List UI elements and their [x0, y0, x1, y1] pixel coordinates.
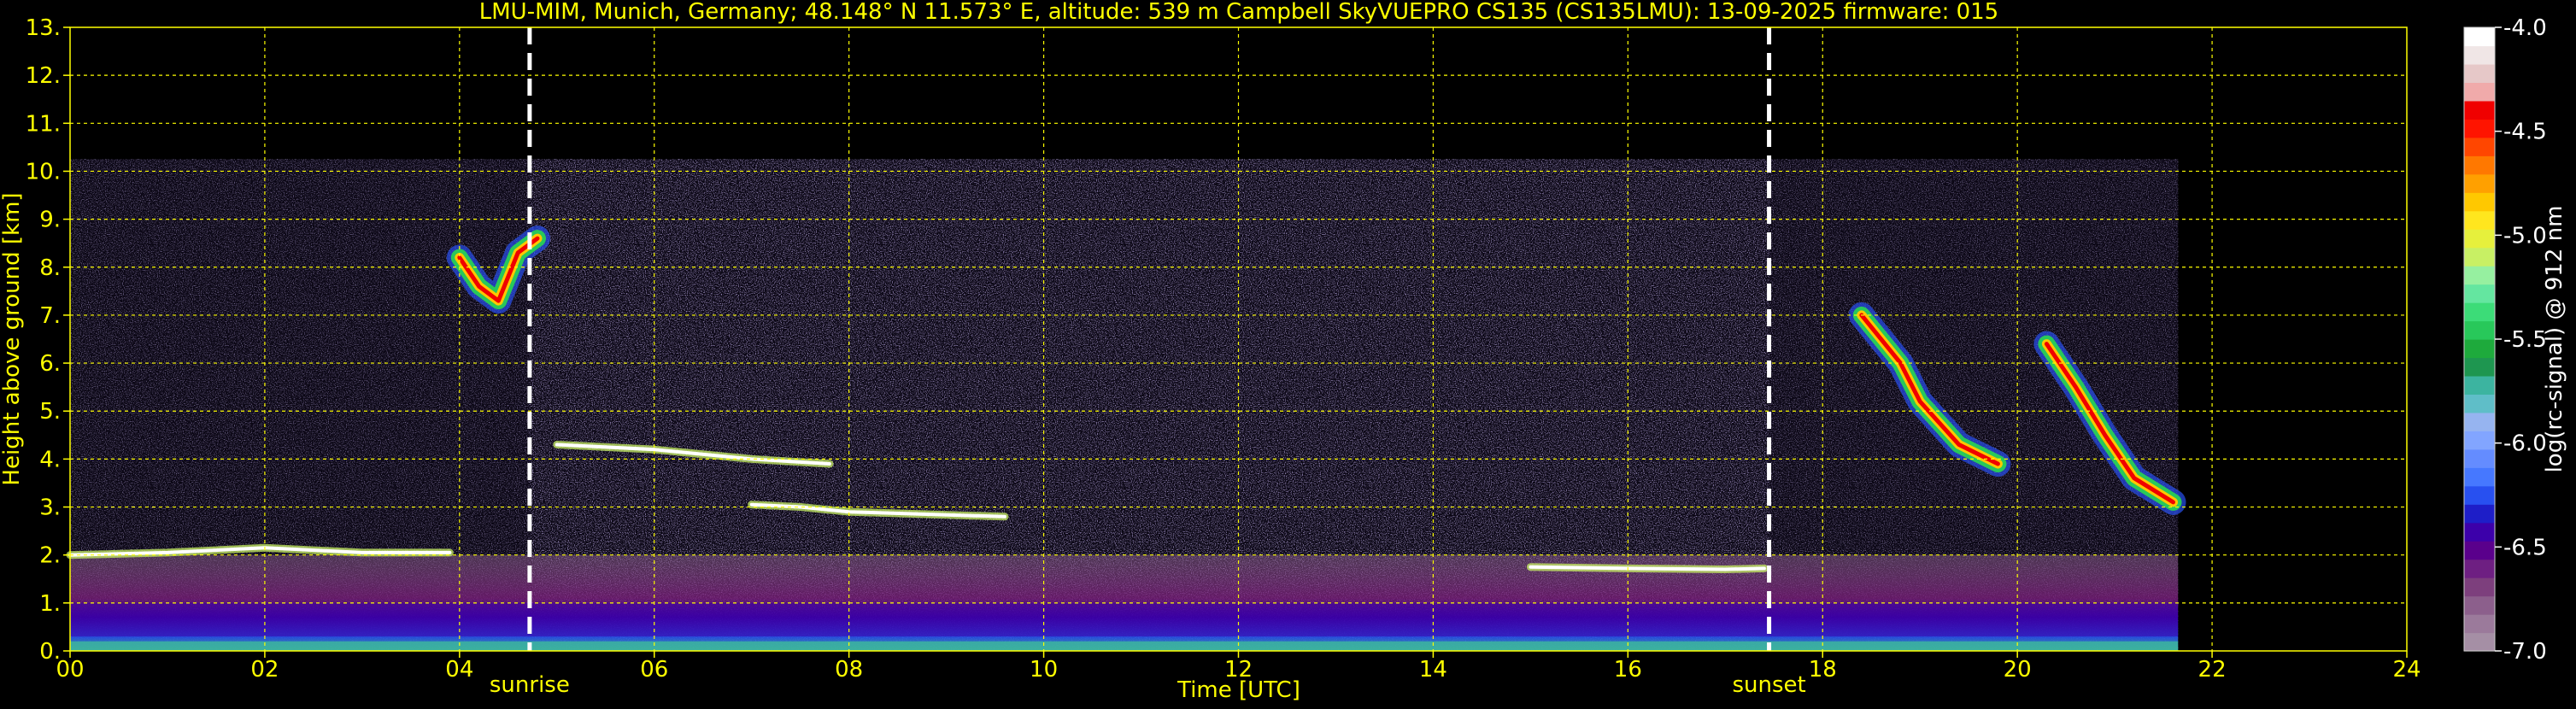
x-tick-label: 20 — [2004, 657, 2032, 683]
colorbar-swatch — [2464, 632, 2495, 652]
y-tick-label: 2. — [39, 543, 61, 569]
colorbar-swatch — [2464, 119, 2495, 138]
colorbar-swatch — [2464, 45, 2495, 65]
colorbar-swatch — [2464, 431, 2495, 450]
colorbar-swatch — [2464, 577, 2495, 597]
colorbar-swatch — [2464, 448, 2495, 468]
colorbar-label: log(rc-signal) @ 912 nm — [2542, 206, 2567, 473]
colorbar-swatch — [2464, 210, 2495, 230]
colorbar-swatch — [2464, 375, 2495, 396]
colorbar-swatch — [2464, 614, 2495, 634]
x-tick-label: 14 — [1419, 657, 1447, 683]
event-label-sunset: sunset — [1732, 672, 1805, 698]
y-tick-label: 8. — [39, 255, 61, 281]
colorbar-swatch — [2464, 302, 2495, 322]
colorbar-swatch — [2464, 522, 2495, 542]
y-tick-label: 4. — [39, 447, 61, 472]
colorbar-swatch — [2464, 247, 2495, 267]
y-tick-label: 10. — [26, 159, 61, 185]
colorbar-swatch — [2464, 412, 2495, 431]
colorbar-swatch — [2464, 559, 2495, 578]
x-tick-label: 08 — [835, 657, 863, 683]
x-tick-label: 24 — [2392, 657, 2421, 683]
y-tick-label: 13. — [26, 15, 61, 41]
colorbar-swatch — [2464, 504, 2495, 524]
y-tick-label: 6. — [39, 351, 61, 377]
colorbar-tick-label: -4.5 — [2503, 120, 2547, 145]
plot-svg: LMU-MIM, Munich, Germany; 48.148° N 11.5… — [0, 0, 2567, 703]
x-tick-label: 10 — [1030, 657, 1058, 683]
colorbar-tick-label: -7.0 — [2503, 639, 2547, 665]
colorbar-tick-label: -6.5 — [2503, 535, 2547, 560]
colorbar-swatch — [2464, 467, 2495, 487]
y-tick-label: 0. — [39, 639, 61, 665]
event-label-sunrise: sunrise — [490, 672, 570, 698]
y-axis: 0. 1. 2. 3. 4. 5. 6. 7. 8. 9. 10. 11. 12. 13. — [26, 15, 70, 665]
surface-layer — [70, 641, 2179, 651]
colorbar-tick-label: -5.5 — [2503, 327, 2547, 353]
colorbar-swatch — [2464, 320, 2495, 340]
backscatter-image — [66, 159, 2186, 651]
chart-title: LMU-MIM, Munich, Germany; 48.148° N 11.5… — [479, 0, 1998, 25]
y-tick-label: 1. — [39, 591, 61, 617]
x-tick-label: 22 — [2198, 657, 2227, 683]
x-tick-label: 16 — [1614, 657, 1642, 683]
colorbar-swatch — [2464, 339, 2495, 359]
x-tick-label: 02 — [250, 657, 279, 683]
colorbar-swatch — [2464, 82, 2495, 102]
colorbar-swatch — [2464, 27, 2495, 47]
colorbar-swatch — [2464, 357, 2495, 377]
y-tick-label: 3. — [39, 495, 61, 521]
ceilometer-plot: LMU-MIM, Munich, Germany; 48.148° N 11.5… — [0, 0, 2576, 706]
x-tick-label: 04 — [445, 657, 473, 683]
y-tick-label: 9. — [39, 208, 61, 233]
y-axis-label: Height above ground [km] — [0, 192, 25, 485]
y-tick-label: 12. — [26, 63, 61, 89]
colorbar-tick-label: -6.0 — [2503, 431, 2547, 457]
x-axis-label: Time [UTC] — [1177, 677, 1300, 703]
y-tick-label: 11. — [26, 111, 61, 137]
colorbar-swatch — [2464, 485, 2495, 505]
colorbar-swatch — [2464, 266, 2495, 285]
colorbar-swatch — [2464, 595, 2495, 615]
colorbar-swatch — [2464, 137, 2495, 156]
colorbar-swatch — [2464, 229, 2495, 249]
colorbar-swatch — [2464, 192, 2495, 212]
colorbar-swatch — [2464, 284, 2495, 303]
y-tick-label: 5. — [39, 399, 61, 425]
colorbar-tick-label: -5.0 — [2503, 223, 2547, 249]
colorbar-swatch — [2464, 63, 2495, 84]
x-tick-label: 18 — [1809, 657, 1837, 683]
boundary-layer-core — [70, 602, 2179, 637]
colorbar-swatch — [2464, 100, 2495, 120]
colorbar-swatch — [2464, 394, 2495, 413]
y-tick-label: 7. — [39, 303, 61, 329]
colorbar: -7.0 -6.5 -6.0 -5.5 -5.0 -4.5 -4.0 — [2463, 15, 2547, 665]
colorbar-swatch — [2464, 173, 2495, 193]
x-tick-label: 06 — [640, 657, 668, 683]
colorbar-swatch — [2464, 541, 2495, 560]
colorbar-swatch — [2464, 155, 2495, 175]
colorbar-tick-label: -4.0 — [2503, 15, 2547, 41]
